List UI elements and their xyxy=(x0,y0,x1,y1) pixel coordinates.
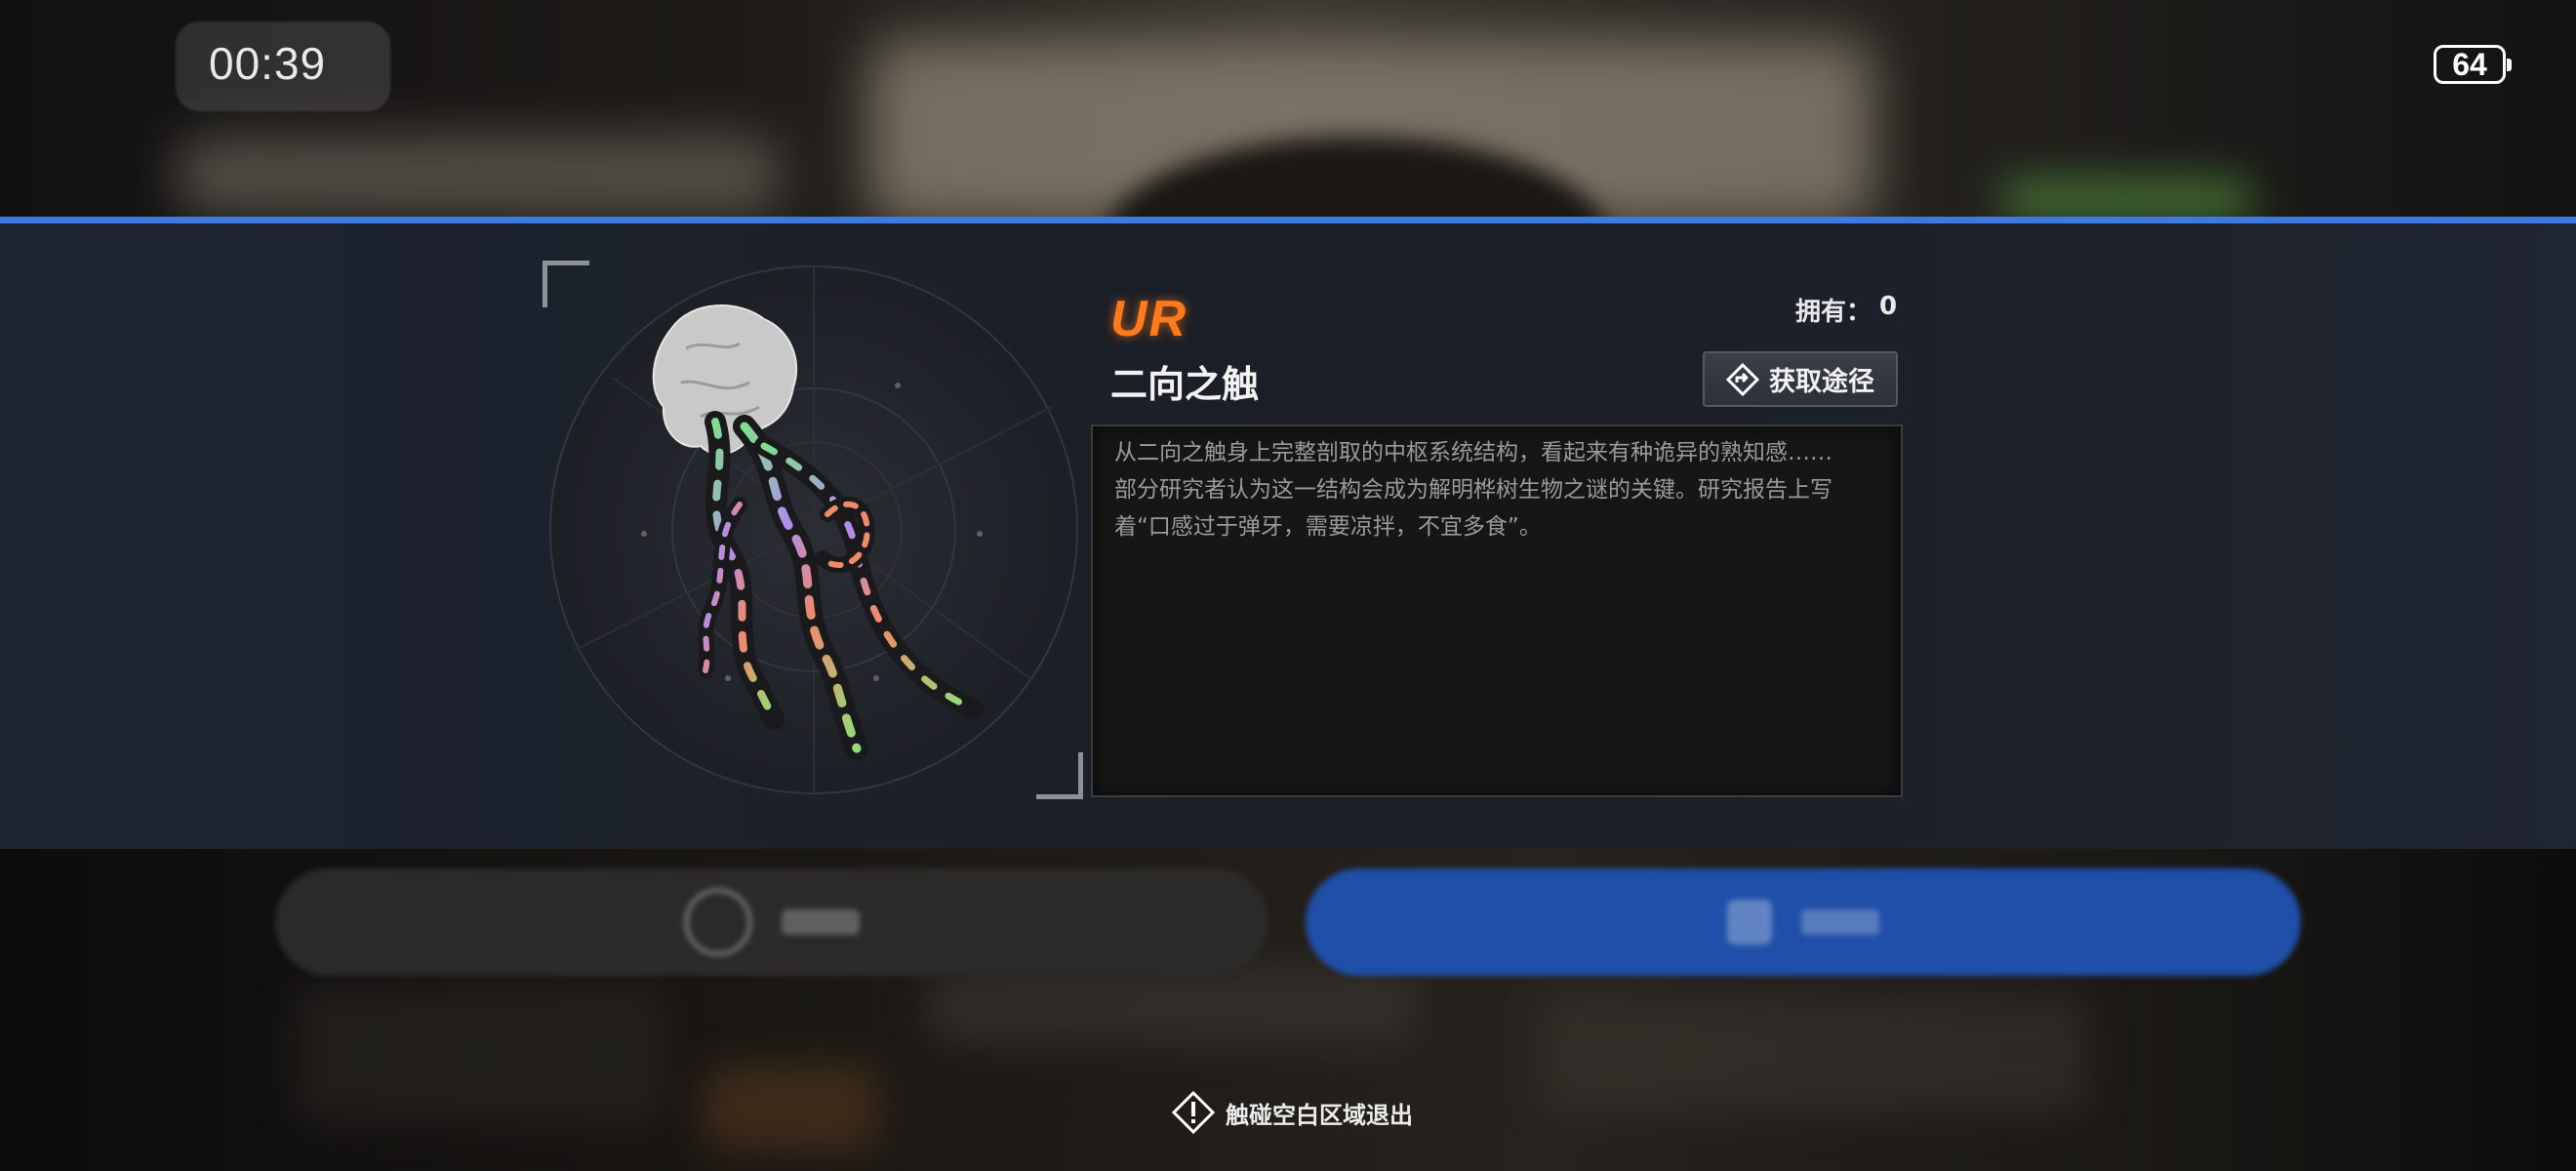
blurred-background-button-left xyxy=(275,868,1268,976)
status-clock: 00:39 xyxy=(209,38,327,89)
battery-indicator: 64 xyxy=(2434,45,2512,84)
item-description: 从二向之触身上完整剖取的中枢系统结构，看起来有种诡异的熟知感…… 部分研究者认为… xyxy=(1091,424,1903,797)
exit-hint-text: 触碰空白区域退出 xyxy=(1226,1101,1413,1129)
item-detail-panel: UR 二向之触 拥有： 0 获取途径 从二向之触身上完整剖取的中枢系统结构，看起… xyxy=(0,217,2576,849)
item-illustration xyxy=(549,265,1078,794)
owned-label: 拥有： xyxy=(1795,298,1872,327)
owned-value: 0 xyxy=(1879,292,1898,321)
game-screen[interactable]: 00:39 64 UR 二向之触 拥有： 0 获取途径 从二向之触身上完整剖取的… xyxy=(0,0,2576,1171)
description-line: 部分研究者认为这一结构会成为解明桦树生物之谜的关键。研究报告上写 xyxy=(1114,477,1832,503)
blurred-background-button-right xyxy=(1306,868,2301,976)
acquire-route-label: 获取途径 xyxy=(1769,367,1874,397)
diamond-arrow-icon xyxy=(1726,362,1759,396)
battery-level: 64 xyxy=(2452,46,2487,82)
warning-diamond-icon xyxy=(1171,1090,1216,1135)
rarity-badge: UR xyxy=(1110,291,1188,347)
item-name: 二向之触 xyxy=(1110,363,1260,406)
exit-hint[interactable]: 触碰空白区域退出 xyxy=(1171,1090,1413,1135)
owned-count: 拥有： 0 xyxy=(1795,292,1897,328)
description-line: 从二向之触身上完整剖取的中枢系统结构，看起来有种诡异的熟知感…… xyxy=(1114,440,1832,465)
acquire-route-button[interactable]: 获取途径 xyxy=(1703,351,1898,407)
description-line: 着“口感过于弹牙，需要凉拌，不宜多食”。 xyxy=(1114,514,1542,540)
